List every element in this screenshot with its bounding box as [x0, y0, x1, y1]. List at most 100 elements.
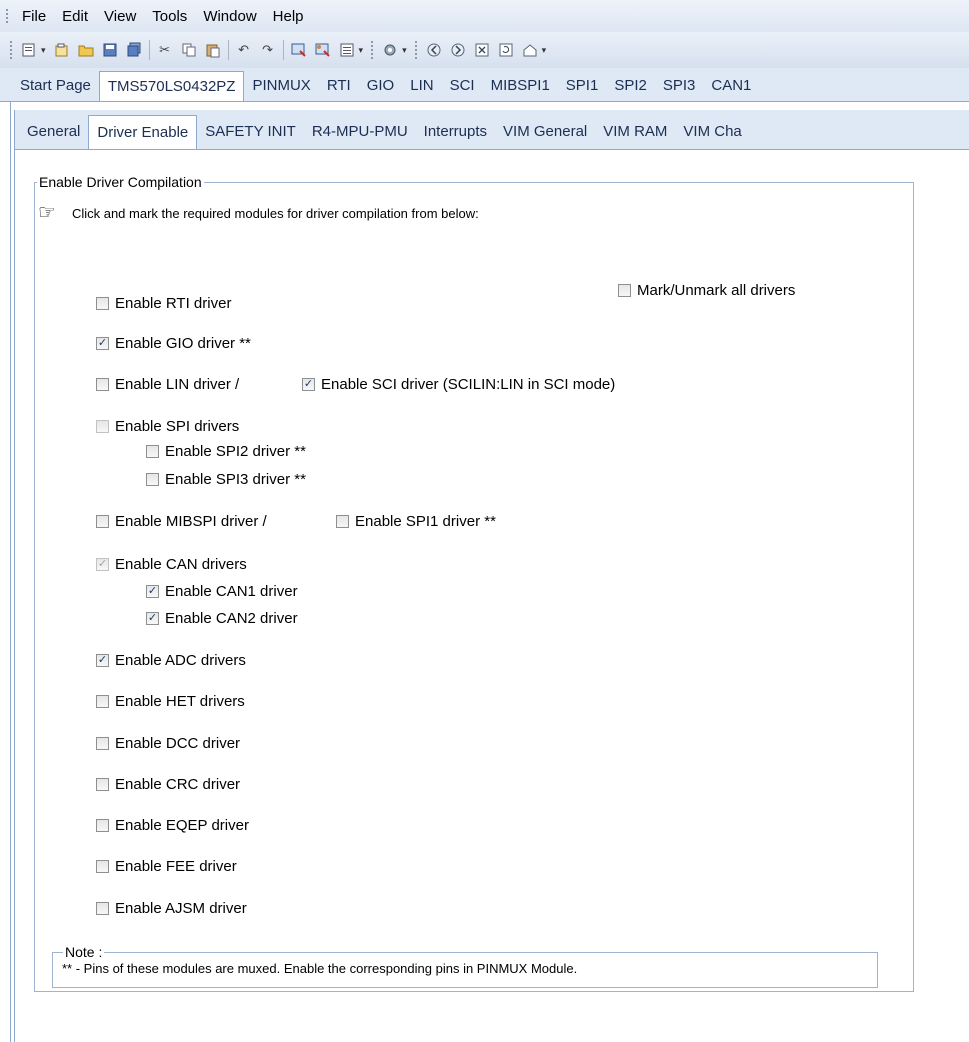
fee-driver-checkbox[interactable]: ✓ Enable FEE driver	[96, 858, 237, 875]
check-mark-icon: ✓	[147, 612, 158, 624]
checkbox-box[interactable]: ✓	[96, 337, 109, 350]
checkbox-label: Enable GIO driver **	[115, 335, 251, 352]
spi-drivers-checkbox[interactable]: ✓ Enable SPI drivers	[96, 418, 239, 435]
nav-dropdown-icon[interactable]: ▾	[542, 45, 547, 56]
tab-vim-ram[interactable]: VIM RAM	[595, 115, 675, 149]
check-mark-icon: ✓	[97, 654, 108, 666]
cut-icon[interactable]: ✂	[154, 39, 176, 61]
save-icon[interactable]	[99, 39, 121, 61]
checkbox-box[interactable]: ✓	[146, 445, 159, 458]
tab-tms570ls0432pz[interactable]: TMS570LS0432PZ	[98, 71, 245, 101]
mark-all-checkbox[interactable]: ✓ Mark/Unmark all drivers	[618, 282, 795, 299]
new-dropdown-icon[interactable]: ▾	[41, 45, 46, 56]
checkbox-box[interactable]: ✓	[146, 612, 159, 625]
redo-icon[interactable]: ↷	[257, 39, 279, 61]
eqep-driver-checkbox[interactable]: ✓ Enable EQEP driver	[96, 817, 249, 834]
menu-window[interactable]: Window	[195, 8, 264, 25]
gio-driver-checkbox[interactable]: ✓ Enable GIO driver **	[96, 335, 251, 352]
tab-rti[interactable]: RTI	[319, 71, 359, 101]
tab-start-page[interactable]: Start Page	[12, 71, 99, 101]
open-icon[interactable]	[51, 39, 73, 61]
generate-code-icon[interactable]	[288, 39, 310, 61]
mibspi-driver-checkbox[interactable]: ✓ Enable MIBSPI driver /	[96, 513, 267, 530]
tab-interrupts[interactable]: Interrupts	[416, 115, 495, 149]
tab-sci[interactable]: SCI	[442, 71, 483, 101]
new-project-icon[interactable]	[18, 39, 40, 61]
menu-tools[interactable]: Tools	[144, 8, 195, 25]
tab-general[interactable]: General	[19, 115, 88, 149]
checkbox-box[interactable]: ✓	[146, 473, 159, 486]
menu-grip	[6, 9, 10, 23]
refresh-icon[interactable]	[495, 39, 517, 61]
settings-icon[interactable]	[379, 39, 401, 61]
save-all-icon[interactable]	[123, 39, 145, 61]
dcc-driver-checkbox[interactable]: ✓ Enable DCC driver	[96, 735, 240, 752]
checkbox-box[interactable]: ✓	[96, 654, 109, 667]
settings-dropdown-icon[interactable]: ▾	[402, 45, 407, 56]
checkbox-box[interactable]: ✓	[96, 819, 109, 832]
tab-spi2[interactable]: SPI2	[606, 71, 655, 101]
undo-icon[interactable]: ↶	[233, 39, 255, 61]
spi3-driver-checkbox[interactable]: ✓ Enable SPI3 driver **	[146, 471, 306, 488]
tab-spi3[interactable]: SPI3	[655, 71, 704, 101]
menu-view[interactable]: View	[96, 8, 144, 25]
close-icon[interactable]	[471, 39, 493, 61]
checkbox-box[interactable]: ✓	[96, 558, 109, 571]
tab-r4-mpu-pmu[interactable]: R4-MPU-PMU	[304, 115, 416, 149]
tab-vim-channel[interactable]: VIM Cha	[675, 115, 749, 149]
sci-driver-checkbox[interactable]: ✓ Enable SCI driver (SCILIN:LIN in SCI m…	[302, 376, 615, 393]
tab-safety-init[interactable]: SAFETY INIT	[197, 115, 304, 149]
checkbox-box[interactable]: ✓	[96, 297, 109, 310]
home-icon[interactable]	[519, 39, 541, 61]
forward-icon[interactable]	[447, 39, 469, 61]
checkbox-box[interactable]: ✓	[96, 902, 109, 915]
lin-driver-checkbox[interactable]: ✓ Enable LIN driver /	[96, 376, 239, 393]
checkbox-label: Enable HET drivers	[115, 693, 245, 710]
tab-driver-enable[interactable]: Driver Enable	[88, 115, 198, 149]
generate-all-icon[interactable]	[312, 39, 334, 61]
tab-mibspi1[interactable]: MIBSPI1	[483, 71, 558, 101]
spi2-driver-checkbox[interactable]: ✓ Enable SPI2 driver **	[146, 443, 306, 460]
check-mark-icon: ✓	[97, 337, 108, 349]
can2-driver-checkbox[interactable]: ✓ Enable CAN2 driver	[146, 610, 298, 627]
menu-edit[interactable]: Edit	[54, 8, 96, 25]
tab-spi1[interactable]: SPI1	[558, 71, 607, 101]
checkbox-label: Enable FEE driver	[115, 858, 237, 875]
tab-lin[interactable]: LIN	[402, 71, 441, 101]
toolbar-separator	[148, 40, 150, 60]
toolbar-grip	[414, 41, 418, 59]
can1-driver-checkbox[interactable]: ✓ Enable CAN1 driver	[146, 583, 298, 600]
checkbox-box[interactable]: ✓	[96, 378, 109, 391]
copy-icon[interactable]	[178, 39, 200, 61]
menu-file[interactable]: File	[14, 8, 54, 25]
checkbox-box[interactable]: ✓	[96, 420, 109, 433]
tab-can1[interactable]: CAN1	[703, 71, 759, 101]
tab-pinmux[interactable]: PINMUX	[244, 71, 318, 101]
menu-help[interactable]: Help	[265, 8, 312, 25]
ajsm-driver-checkbox[interactable]: ✓ Enable AJSM driver	[96, 900, 247, 917]
tab-gio[interactable]: GIO	[359, 71, 403, 101]
checkbox-box[interactable]: ✓	[336, 515, 349, 528]
can-drivers-checkbox[interactable]: ✓ Enable CAN drivers	[96, 556, 247, 573]
checkbox-box[interactable]: ✓	[96, 515, 109, 528]
checkbox-box[interactable]: ✓	[96, 737, 109, 750]
paste-icon[interactable]	[202, 39, 224, 61]
open-folder-icon[interactable]	[75, 39, 97, 61]
checkbox-label: Enable SPI1 driver **	[355, 513, 496, 530]
spi1-driver-checkbox[interactable]: ✓ Enable SPI1 driver **	[336, 513, 496, 530]
tab-vim-general[interactable]: VIM General	[495, 115, 595, 149]
checkbox-box[interactable]: ✓	[96, 695, 109, 708]
het-drivers-checkbox[interactable]: ✓ Enable HET drivers	[96, 693, 245, 710]
rti-driver-checkbox[interactable]: ✓ Enable RTI driver	[96, 295, 231, 312]
document-icon[interactable]	[336, 39, 358, 61]
checkbox-box[interactable]: ✓	[96, 860, 109, 873]
checkbox-box[interactable]: ✓	[302, 378, 315, 391]
checkbox-box[interactable]: ✓	[96, 778, 109, 791]
checkbox-box[interactable]: ✓	[146, 585, 159, 598]
adc-drivers-checkbox[interactable]: ✓ Enable ADC drivers	[96, 652, 246, 669]
checkbox-box[interactable]: ✓	[618, 284, 631, 297]
toolbar-dropdown-icon[interactable]: ▾	[359, 45, 364, 56]
back-icon[interactable]	[423, 39, 445, 61]
crc-driver-checkbox[interactable]: ✓ Enable CRC driver	[96, 776, 240, 793]
checkbox-label: Enable RTI driver	[115, 295, 232, 312]
